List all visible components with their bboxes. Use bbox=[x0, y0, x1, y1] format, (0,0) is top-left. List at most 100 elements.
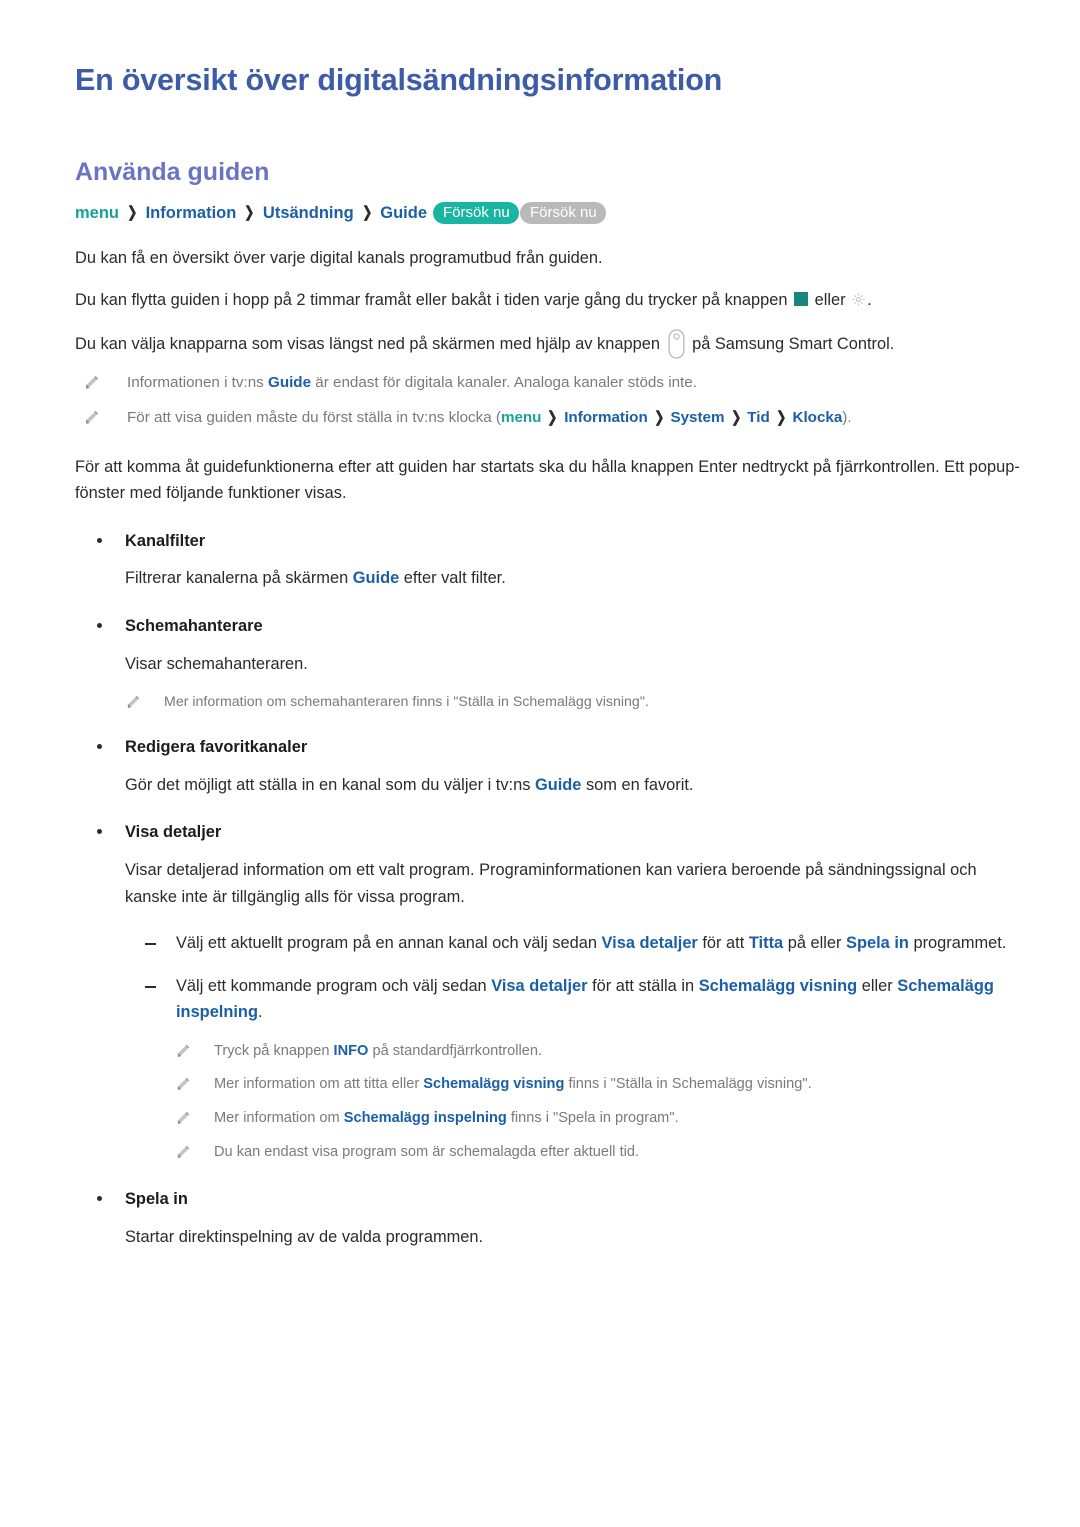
chevron-right-icon: ❯ bbox=[361, 203, 372, 221]
breadcrumb: menu ❯ Information ❯ Utsändning ❯ Guide … bbox=[75, 201, 1020, 226]
note-row: För att visa guiden måste du först ställ… bbox=[75, 406, 1020, 430]
feature-body-text-b: efter valt filter. bbox=[403, 569, 506, 588]
note-row: Mer information om Schemalägg inspelning… bbox=[75, 1107, 1020, 1130]
chevron-right-icon: ❯ bbox=[776, 409, 787, 427]
note-text: Informationen i tv:ns Guide är endast fö… bbox=[127, 371, 697, 395]
bullet-dot-icon bbox=[97, 744, 102, 750]
note-bold-guide: Guide bbox=[268, 373, 312, 391]
gear-icon bbox=[851, 289, 866, 306]
feature-label: Schemahanterare bbox=[125, 616, 263, 635]
dash-bold-visa-detaljer[interactable]: Visa detaljer bbox=[602, 934, 698, 952]
document-page: En översikt över digitalsändningsinforma… bbox=[0, 0, 1080, 1527]
note-path-tid[interactable]: Tid bbox=[747, 409, 770, 426]
dash-icon bbox=[145, 985, 156, 988]
intro-p3-text-a: Du kan välja knapparna som visas längst … bbox=[75, 334, 660, 353]
note-row: Mer information om schemahanteraren finn… bbox=[75, 691, 1020, 713]
note-path-information[interactable]: Information bbox=[564, 409, 648, 426]
note-text: Du kan endast visa program som är schema… bbox=[214, 1143, 640, 1160]
intro-block: Du kan få en översikt över varje digital… bbox=[75, 245, 1020, 359]
note-row: Informationen i tv:ns Guide är endast fö… bbox=[75, 371, 1020, 395]
note-bold-schemalagg-inspelning: Schemalägg inspelning bbox=[343, 1110, 507, 1127]
chevron-right-icon: ❯ bbox=[654, 409, 665, 427]
feature-body-bold: Guide bbox=[352, 569, 400, 588]
note-text-b: finns i "Spela in program". bbox=[510, 1110, 679, 1127]
note-text: Mer information om att titta eller Schem… bbox=[214, 1073, 812, 1096]
note-path-system[interactable]: System bbox=[670, 409, 724, 426]
note-text-a: Tryck på knappen bbox=[214, 1042, 330, 1059]
bullet-dot-icon bbox=[97, 537, 102, 543]
access-paragraph: För att komma åt guidefunktionerna efter… bbox=[75, 457, 1020, 503]
dash-bold-schemalagg-visning[interactable]: Schemalägg visning bbox=[699, 977, 858, 995]
pencil-icon bbox=[83, 374, 100, 391]
feature-body-text-a: Gör det möjligt att ställa in en kanal s… bbox=[125, 775, 531, 794]
dash-bold-titta[interactable]: Titta bbox=[749, 934, 783, 952]
feature-bullet-spela-in: Spela in bbox=[75, 1187, 1020, 1212]
feature-body-bold: Guide bbox=[534, 775, 582, 794]
intro-p2-text-a: Du kan flytta guiden i hopp på 2 timmar … bbox=[75, 290, 788, 309]
note-clock-text-a: För att visa guiden måste du först ställ… bbox=[127, 409, 501, 427]
dash-text-3: eller bbox=[861, 976, 893, 995]
pencil-icon bbox=[175, 1076, 192, 1093]
try-now-pill-disabled[interactable]: Försök nu bbox=[520, 201, 607, 224]
dash-text-3: på eller bbox=[787, 934, 842, 953]
dash-text-1: Välj ett aktuellt program på en annan ka… bbox=[176, 934, 597, 953]
pencil-icon bbox=[175, 1144, 192, 1161]
note-path-klocka[interactable]: Klocka bbox=[792, 409, 842, 426]
feature-bullet-redigera-favoritkanaler: Redigera favoritkanaler bbox=[75, 735, 1020, 760]
breadcrumb-item-guide[interactable]: Guide bbox=[380, 201, 427, 226]
pencil-icon bbox=[83, 409, 100, 426]
note-row: Mer information om att titta eller Schem… bbox=[75, 1073, 1020, 1096]
chevron-right-icon: ❯ bbox=[547, 409, 558, 427]
pencil-icon bbox=[175, 1043, 192, 1060]
try-now-pill-active[interactable]: Försök nu bbox=[433, 201, 520, 224]
note-text-a: Mer information om bbox=[214, 1110, 340, 1127]
feature-bullet-visa-detaljer: Visa detaljer bbox=[75, 820, 1020, 845]
dash-text-1: Välj ett kommande program och välj sedan bbox=[176, 976, 487, 995]
feature-body-visa-detaljer: Visar detaljerad information om ett valt… bbox=[125, 860, 977, 906]
dash-text-4: . bbox=[257, 1003, 263, 1022]
note-text: Mer information om Schemalägg inspelning… bbox=[214, 1107, 679, 1130]
note-text-b: finns i "Ställa in Schemalägg visning". bbox=[568, 1076, 812, 1093]
feature-bullet-schemahanterare: Schemahanterare bbox=[75, 614, 1020, 639]
note-clock-text-b: ). bbox=[842, 409, 852, 427]
chevron-right-icon: ❯ bbox=[730, 409, 741, 427]
feature-body-spela-in: Startar direktinspelning av de valda pro… bbox=[125, 1227, 484, 1246]
dash-text-2: för att bbox=[702, 934, 745, 953]
dash-bold-spela-in[interactable]: Spela in bbox=[846, 934, 909, 952]
intro-paragraph-1: Du kan få en översikt över varje digital… bbox=[75, 249, 603, 268]
breadcrumb-item-menu[interactable]: menu bbox=[75, 201, 119, 226]
intro-p2-text-b: eller bbox=[814, 290, 846, 309]
dash-text: Välj ett kommande program och välj sedan… bbox=[176, 973, 1020, 1026]
note-bold-info: INFO bbox=[333, 1042, 369, 1059]
dash-text-2: för att ställa in bbox=[592, 976, 695, 995]
dash-text-4: programmet. bbox=[913, 934, 1007, 953]
intro-p3-text-b: på Samsung Smart Control. bbox=[692, 334, 895, 353]
feature-body-kanalfilter: Filtrerar kanalerna på skärmen Guide eft… bbox=[125, 565, 1020, 592]
intro-p2-text-c: . bbox=[867, 290, 872, 309]
feature-body-text-b: som en favorit. bbox=[585, 775, 694, 794]
dash-bold-visa-detaljer[interactable]: Visa detaljer bbox=[491, 977, 587, 995]
chevron-right-icon: ❯ bbox=[244, 203, 255, 221]
breadcrumb-item-utsandning[interactable]: Utsändning bbox=[263, 201, 354, 226]
note-text: För att visa guiden måste du först ställ… bbox=[127, 406, 852, 430]
bullet-dot-icon bbox=[97, 1196, 102, 1202]
breadcrumb-item-information[interactable]: Information bbox=[146, 201, 237, 226]
feature-label: Spela in bbox=[125, 1190, 188, 1209]
note-text-a: Mer information om att titta eller bbox=[214, 1076, 420, 1093]
note-path-menu[interactable]: menu bbox=[501, 409, 542, 426]
page-title: En översikt över digitalsändningsinforma… bbox=[75, 63, 723, 97]
pencil-icon bbox=[175, 1110, 192, 1127]
dash-item: Välj ett kommande program och välj sedan… bbox=[75, 973, 1020, 1026]
feature-label: Kanalfilter bbox=[125, 531, 206, 550]
intro-paragraph-2: Du kan flytta guiden i hopp på 2 timmar … bbox=[75, 287, 1020, 314]
bullet-dot-icon bbox=[97, 622, 102, 628]
note-text-b: är endast för digitala kanaler. Analoga … bbox=[315, 373, 697, 391]
feature-body-schemahanterare: Visar schemahanteraren. bbox=[125, 654, 308, 673]
section-title: Använda guiden bbox=[75, 157, 270, 186]
remote-button-icon bbox=[668, 328, 685, 359]
note-bold-schemalagg-visning: Schemalägg visning bbox=[423, 1076, 565, 1093]
feature-label: Visa detaljer bbox=[125, 823, 222, 842]
dash-item: Välj ett aktuellt program på en annan ka… bbox=[75, 930, 1020, 957]
bullet-dot-icon bbox=[97, 829, 102, 835]
note-row: Du kan endast visa program som är schema… bbox=[75, 1141, 1020, 1164]
